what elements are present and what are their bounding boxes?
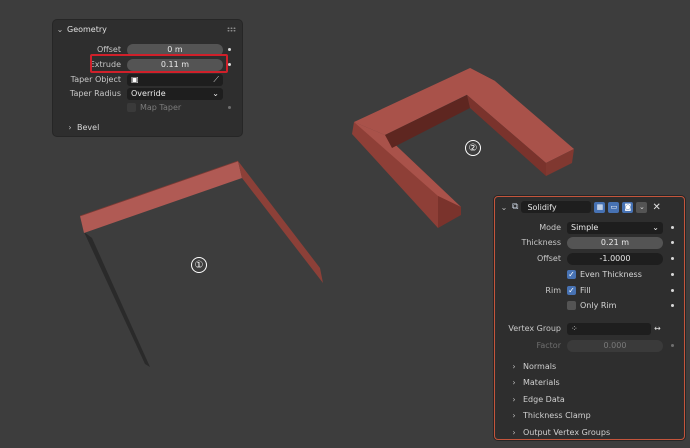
strip-1-right-face <box>238 161 323 283</box>
vertex-group-row: Vertex Group ⁘ ↔ <box>495 322 661 335</box>
object-icon: ▣ <box>131 75 139 84</box>
subpanel-label: Normals <box>523 361 557 371</box>
only-rim-label: Only Rim <box>580 301 617 310</box>
only-rim-row: Only Rim <box>567 299 616 312</box>
map-taper-checkbox[interactable] <box>127 103 136 112</box>
vertex-group-label: Vertex Group <box>508 324 561 333</box>
taper-radius-row: Taper Radius Override ⌄ <box>53 87 223 100</box>
subpanel-normals[interactable]: › Normals <box>509 359 556 373</box>
keyframe-dot-icon[interactable] <box>228 106 231 109</box>
marker-two: ② <box>465 140 481 156</box>
dropdown-menu-icon[interactable]: ⌄ <box>636 201 648 213</box>
chevron-down-icon: ⌄ <box>212 89 219 98</box>
bevel-label: Bevel <box>77 123 100 132</box>
keyframe-dot-icon[interactable] <box>671 344 674 347</box>
vertex-group-icon: ⁘ <box>571 324 578 333</box>
keyframe-dot-icon[interactable] <box>671 304 674 307</box>
chevron-right-icon: › <box>512 427 516 437</box>
thickness-field[interactable]: 0.21 m <box>567 236 663 249</box>
subpanel-output-vertex-groups[interactable]: › Output Vertex Groups <box>509 425 610 439</box>
chevron-right-icon: › <box>512 394 516 404</box>
map-taper-label: Map Taper <box>140 103 182 112</box>
drag-grip-icon[interactable] <box>227 27 236 32</box>
thickness-row: Thickness 0.21 m <box>495 236 663 249</box>
marker-one: ① <box>191 257 207 273</box>
taper-radius-value: Override <box>131 89 166 98</box>
keyframe-dot-icon[interactable] <box>228 48 231 51</box>
modifier-name-field[interactable]: Solidify <box>521 201 592 213</box>
fill-label: Fill <box>580 286 591 295</box>
solidify-modifier-panel: ⌄ ⧉ Solidify ▦ ▭ ◙ ⌄ ✕ Mode Simple ⌄ Thi… <box>494 196 685 440</box>
viewport-toggle-icon[interactable]: ▭ <box>608 201 620 213</box>
subpanel-materials[interactable]: › Materials <box>509 375 560 389</box>
close-icon[interactable]: ✕ <box>652 202 660 213</box>
chevron-down-icon[interactable]: ⌄ <box>55 25 65 34</box>
vertex-group-field[interactable]: ⁘ <box>567 322 651 335</box>
modifier-header: ⌄ ⧉ Solidify ▦ ▭ ◙ ⌄ ✕ <box>499 200 680 214</box>
keyframe-dot-icon[interactable] <box>671 257 674 260</box>
keyframe-dot-icon[interactable] <box>671 241 674 244</box>
subpanel-label: Edge Data <box>523 394 565 404</box>
offset-label: Offset <box>96 45 121 54</box>
strip-1-left-edge <box>84 232 150 367</box>
geometry-panel: ⌄ Geometry Offset 0 m Extrude 0.11 m Tap… <box>53 20 242 136</box>
chevron-right-icon: › <box>68 123 72 132</box>
factor-field[interactable]: 0.000 <box>567 339 663 352</box>
keyframe-dot-icon[interactable] <box>671 226 674 229</box>
geometry-title: Geometry <box>67 24 107 34</box>
edit-mode-toggle-icon[interactable]: ▦ <box>594 201 606 213</box>
rim-fill-row: Rim ✓ Fill <box>495 284 591 297</box>
taper-radius-select[interactable]: Override ⌄ <box>127 87 223 100</box>
map-taper-row: Map Taper <box>127 101 181 114</box>
fill-checkbox[interactable]: ✓ <box>567 286 576 295</box>
mode-select[interactable]: Simple ⌄ <box>567 221 663 234</box>
render-toggle-icon[interactable]: ◙ <box>622 201 634 213</box>
subpanel-thickness-clamp[interactable]: › Thickness Clamp <box>509 408 591 422</box>
subpanel-label: Materials <box>523 377 560 387</box>
even-thickness-label: Even Thickness <box>580 270 642 279</box>
rim-label: Rim <box>545 286 561 295</box>
chevron-right-icon: › <box>512 361 516 371</box>
strip-1-top-line <box>79 160 239 217</box>
chevron-right-icon: › <box>512 410 516 420</box>
invert-arrows-icon[interactable]: ↔ <box>654 324 661 333</box>
taper-object-field[interactable]: ▣ ⟋ <box>127 73 223 86</box>
taper-radius-label: Taper Radius <box>69 89 121 98</box>
chevron-down-icon: ⌄ <box>652 223 659 232</box>
subpanel-label: Output Vertex Groups <box>523 427 611 437</box>
eyedropper-icon[interactable]: ⟋ <box>213 75 219 85</box>
offset-label: Offset <box>536 254 561 263</box>
even-thickness-checkbox[interactable]: ✓ <box>567 270 576 279</box>
mode-value: Simple <box>571 223 599 232</box>
bevel-subpanel[interactable]: › Bevel <box>65 121 99 134</box>
subpanel-edge-data[interactable]: › Edge Data <box>509 392 565 406</box>
keyframe-dot-icon[interactable] <box>671 289 674 292</box>
keyframe-dot-icon[interactable] <box>671 273 674 276</box>
taper-object-label: Taper Object <box>70 75 121 84</box>
mode-label: Mode <box>539 223 561 232</box>
extrude-highlight-box <box>90 54 228 73</box>
offset-row: Offset -1.0000 <box>495 252 663 265</box>
subpanel-label: Thickness Clamp <box>523 410 591 420</box>
taper-object-row: Taper Object ▣ ⟋ <box>53 73 223 86</box>
thickness-label: Thickness <box>521 238 561 247</box>
only-rim-checkbox[interactable] <box>567 301 576 310</box>
keyframe-dot-icon[interactable] <box>228 63 231 66</box>
modifier-type-icon: ⧉ <box>512 202 519 212</box>
chevron-down-icon[interactable]: ⌄ <box>499 203 509 212</box>
factor-row: Factor 0.000 <box>495 339 663 352</box>
mode-row: Mode Simple ⌄ <box>495 221 663 234</box>
geometry-panel-header[interactable]: ⌄ Geometry <box>53 20 242 38</box>
offset-field[interactable]: -1.0000 <box>567 252 663 265</box>
strip-1-top-face <box>80 161 242 233</box>
even-thickness-row: ✓ Even Thickness <box>567 268 642 281</box>
chevron-right-icon: › <box>512 377 516 387</box>
factor-label: Factor <box>536 341 562 350</box>
